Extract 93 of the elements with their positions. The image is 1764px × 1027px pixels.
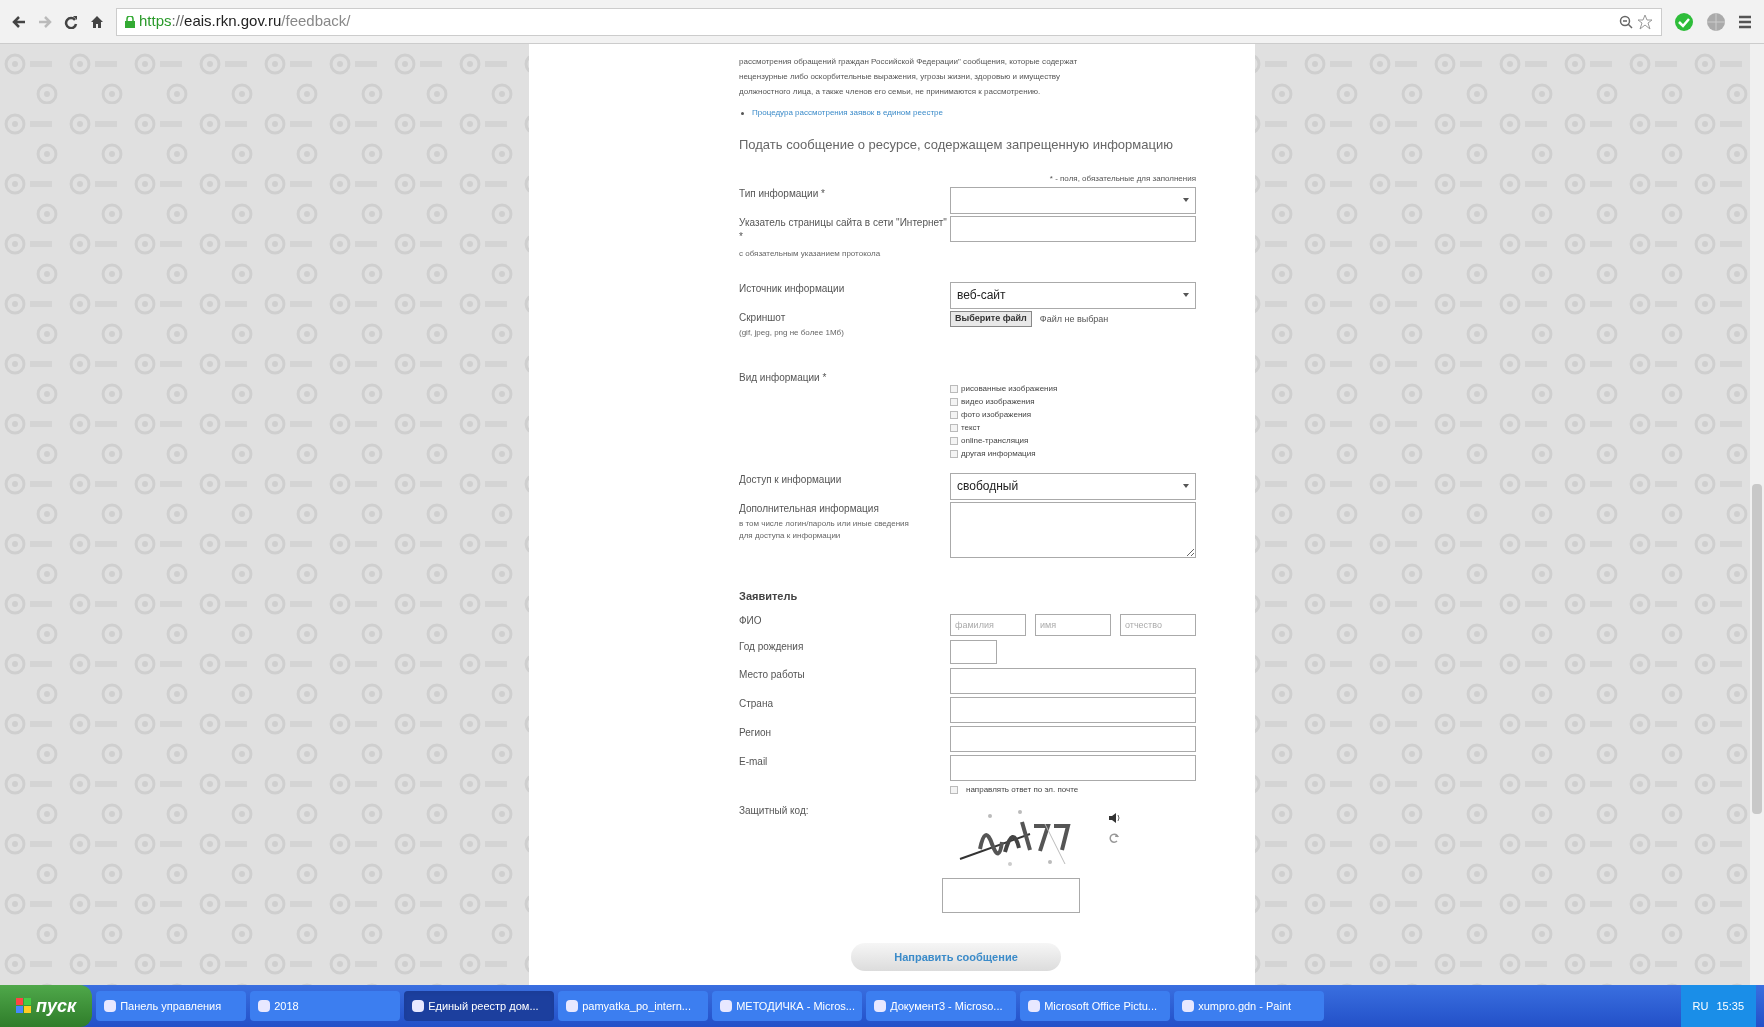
field-label: E-mail (739, 755, 769, 769)
taskbar-item[interactable]: Microsoft Office Pictu... (1020, 991, 1171, 1021)
input-field[interactable] (950, 640, 997, 664)
clock: 15:35 (1716, 998, 1744, 1014)
checkbox[interactable] (950, 411, 958, 419)
field-label: ФИО (739, 614, 763, 628)
app-icon (1028, 1000, 1041, 1012)
field-label: Вид информации * (739, 370, 828, 385)
intro-text: рассмотрения обращений граждан Российской Федерации" сообщения, которые содержат (739, 56, 1079, 68)
lock-icon (125, 15, 135, 28)
input-field[interactable] (950, 697, 1196, 723)
checkbox[interactable] (950, 786, 958, 794)
windows-logo-icon (16, 998, 32, 1014)
refresh-icon[interactable] (1108, 832, 1120, 844)
input-field[interactable]: имя (1035, 614, 1111, 636)
address-bar[interactable]: https://eais.rkn.gov.ru/feedback/ (116, 7, 1662, 36)
app-icon (874, 1000, 887, 1012)
field-label: Скриншот (739, 310, 787, 325)
field-label: Дополнительная информация (739, 501, 880, 516)
intro-text: нецензурные либо оскорбительные выражения, угрозы жизни, здоровью и имуществу (739, 71, 1061, 83)
captcha-input[interactable] (942, 878, 1080, 913)
input-field[interactable]: отчество (1120, 614, 1196, 636)
field-hint: в том числе логин/пароль или иные сведения для доступа к информации (739, 517, 909, 542)
app-icon (1182, 1000, 1195, 1012)
speaker-icon[interactable] (1108, 812, 1122, 824)
field-hint: с обязательным указанием протокола (739, 247, 882, 260)
field-label: Место работы (739, 668, 806, 682)
taskbar-item[interactable]: МЕТОДИЧКА - Micros... (712, 991, 863, 1021)
input-field[interactable]: фамилия (950, 614, 1026, 636)
field-label: Защитный код: (739, 804, 810, 818)
field-label: Страна (739, 697, 774, 711)
dropdown-arrow-icon (1183, 484, 1189, 488)
checkbox-label: другая информация (961, 448, 1036, 460)
section-title: Заявитель (739, 588, 799, 604)
checkbox[interactable] (950, 450, 958, 458)
checkbox-label: рисованные изображения (961, 383, 1058, 395)
app-icon (566, 1000, 579, 1012)
checkbox-label: текст (961, 422, 981, 434)
field-label: Регион (739, 726, 773, 740)
field-label: Источник информации (739, 281, 846, 296)
app-icon (412, 1000, 425, 1012)
input-field[interactable] (950, 726, 1196, 752)
menu-icon[interactable] (1738, 14, 1752, 29)
language-indicator[interactable]: RU (1692, 997, 1709, 1015)
checkbox[interactable] (950, 424, 958, 432)
reload-icon[interactable] (64, 14, 78, 29)
select-field[interactable]: веб-сайт (950, 281, 1196, 309)
checkbox-label: направлять ответ по эл. почте (966, 784, 1079, 796)
app-icon (720, 1000, 733, 1012)
checkbox-label: online-трансляция (961, 435, 1029, 447)
procedure-link[interactable]: Процедура рассмотрения заявок в едином реестре (752, 107, 943, 119)
taskbar-item[interactable]: Документ3 - Microso... (866, 991, 1017, 1021)
submit-button[interactable]: Направить сообщение (851, 943, 1061, 971)
scrollbar[interactable] (1750, 44, 1764, 985)
checkbox-label: видео изображения (961, 396, 1035, 408)
choose-file-button[interactable]: Выберите файл (950, 310, 1032, 327)
field-hint: (gif, jpeg, png не более 1Мб) (739, 326, 845, 339)
home-icon[interactable] (90, 14, 104, 29)
forward-icon[interactable] (38, 15, 52, 28)
url-text: https://eais.rkn.gov.ru/feedback/ (139, 11, 351, 32)
check-circle-icon[interactable] (1674, 11, 1694, 32)
taskbar-item[interactable]: Единый реестр дом... (404, 991, 555, 1021)
select-field[interactable] (950, 186, 1196, 214)
checkbox[interactable] (950, 398, 958, 406)
field-label: Доступ к информации (739, 472, 843, 487)
form-heading: Подать сообщение о ресурсе, содержащем запрещенную информацию (739, 136, 1174, 154)
field-label: Год рождения (739, 640, 805, 654)
input-field[interactable] (950, 215, 1196, 242)
back-icon[interactable] (12, 15, 26, 28)
taskbar-item[interactable]: xumpro.gdn - Paint (1174, 991, 1325, 1021)
star-icon[interactable] (1637, 13, 1653, 30)
required-note: * - поля, обязательные для заполнения (1048, 172, 1196, 185)
dropdown-arrow-icon (1183, 198, 1189, 202)
zoom-icon[interactable] (1619, 14, 1633, 29)
app-icon (104, 1000, 117, 1012)
taskbar-item[interactable]: 2018 (250, 991, 401, 1021)
intro-text: должностного лица, а также членов его семьи, не принимаются к рассмотрению. (739, 86, 1042, 98)
start-button[interactable]: пуск (0, 985, 93, 1027)
checkbox[interactable] (950, 385, 958, 393)
globe-icon[interactable] (1706, 11, 1726, 32)
dropdown-arrow-icon (1183, 293, 1189, 297)
taskbar-item[interactable]: pamyatka_po_intern... (558, 991, 709, 1021)
taskbar-item[interactable]: Панель управления (96, 991, 247, 1021)
checkbox-label: фото изображения (961, 409, 1032, 421)
file-status: Файл не выбран (1039, 312, 1109, 326)
input-field[interactable] (950, 755, 1196, 781)
field-label: Указатель страницы сайта в сети "Интернет" * (739, 215, 948, 244)
input-field[interactable] (950, 668, 1196, 694)
checkbox[interactable] (950, 437, 958, 445)
select-field[interactable]: свободный (950, 472, 1196, 500)
field-label: Тип информации * (739, 186, 826, 201)
text-area[interactable] (950, 501, 1196, 558)
app-icon (258, 1000, 271, 1012)
